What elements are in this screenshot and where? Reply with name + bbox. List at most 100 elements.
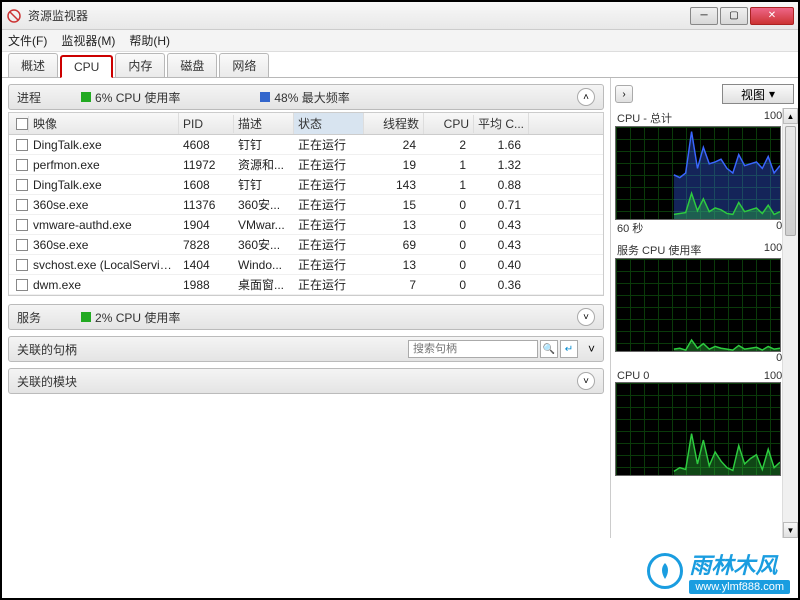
cell-status: 正在运行: [294, 135, 364, 154]
scroll-down-icon[interactable]: ▼: [783, 522, 798, 538]
graph-title: CPU - 总计: [617, 110, 672, 126]
cell-status: 正在运行: [294, 195, 364, 214]
watermark-text: 雨林木风: [689, 548, 790, 580]
graph-canvas: [615, 126, 781, 220]
view-button[interactable]: 视图▾: [722, 84, 794, 104]
row-checkbox[interactable]: [16, 199, 28, 211]
cell-desc: VMwar...: [234, 217, 294, 233]
table-row[interactable]: svchost.exe (LocalServiceN... 1404 Windo…: [9, 255, 603, 275]
collapse-process-icon[interactable]: ˄: [577, 88, 595, 106]
cell-cpu: 0: [424, 257, 474, 273]
row-checkbox[interactable]: [16, 179, 28, 191]
cell-cpu: 2: [424, 137, 474, 153]
cell-status: 正在运行: [294, 275, 364, 294]
cell-avg: 0.43: [474, 237, 529, 253]
cell-status: 正在运行: [294, 175, 364, 194]
side-collapse-icon[interactable]: ›: [615, 85, 633, 103]
services-header[interactable]: 服务 2% CPU 使用率 ˅: [8, 304, 604, 330]
cell-desc: 360安...: [234, 195, 294, 214]
table-row[interactable]: 360se.exe 7828 360安... 正在运行 69 0 0.43: [9, 235, 603, 255]
watermark: 雨林木风 www.ylmf888.com: [647, 548, 790, 594]
table-row[interactable]: DingTalk.exe 4608 钉钉 正在运行 24 2 1.66: [9, 135, 603, 155]
checkbox-all[interactable]: [16, 118, 28, 130]
scroll-up-icon[interactable]: ▲: [783, 108, 798, 124]
maximize-button[interactable]: ▢: [720, 7, 748, 25]
expand-modules-icon[interactable]: ˅: [577, 372, 595, 390]
col-status[interactable]: 状态: [294, 113, 364, 134]
app-icon: [6, 8, 22, 24]
menubar: 文件(F) 监视器(M) 帮助(H): [2, 30, 798, 52]
cell-threads: 143: [364, 177, 424, 193]
handles-header[interactable]: 关联的句柄 🔍 ↵ ˅: [8, 336, 604, 362]
menu-monitor[interactable]: 监视器(M): [61, 32, 115, 49]
table-row[interactable]: 360se.exe 11376 360安... 正在运行 15 0 0.71: [9, 195, 603, 215]
expand-services-icon[interactable]: ˅: [577, 308, 595, 326]
dropdown-icon: ▾: [769, 87, 775, 101]
modules-title: 关联的模块: [17, 373, 77, 390]
cell-avg: 1.66: [474, 137, 529, 153]
chip-green-icon: [81, 312, 91, 322]
cell-pid: 1404: [179, 257, 234, 273]
process-header[interactable]: 进程 6% CPU 使用率 48% 最大频率 ˄: [8, 84, 604, 110]
chip-green-icon: [81, 92, 91, 102]
main-panel: 进程 6% CPU 使用率 48% 最大频率 ˄ 映像 PID 描述 状态 线程…: [2, 78, 610, 538]
cell-status: 正在运行: [294, 215, 364, 234]
services-title: 服务: [17, 309, 41, 326]
cell-status: 正在运行: [294, 235, 364, 254]
col-threads[interactable]: 线程数: [364, 113, 424, 134]
graph-block: 服务 CPU 使用率100% 0%: [615, 242, 794, 364]
cell-desc: Windo...: [234, 257, 294, 273]
row-checkbox[interactable]: [16, 139, 28, 151]
table-row[interactable]: vmware-authd.exe 1904 VMwar... 正在运行 13 0…: [9, 215, 603, 235]
col-desc[interactable]: 描述: [234, 113, 294, 134]
table-header: 映像 PID 描述 状态 线程数 CPU 平均 C...: [9, 113, 603, 135]
menu-help[interactable]: 帮助(H): [129, 32, 170, 49]
cell-avg: 0.88: [474, 177, 529, 193]
cell-name: vmware-authd.exe: [29, 217, 179, 233]
tab-disk[interactable]: 磁盘: [167, 53, 217, 77]
row-checkbox[interactable]: [16, 159, 28, 171]
side-panel: › 视图▾ CPU - 总计100% 60 秒0% 服务 CPU 使用率100%…: [610, 78, 798, 538]
col-pid[interactable]: PID: [179, 115, 234, 133]
tab-cpu[interactable]: CPU: [60, 55, 113, 78]
row-checkbox[interactable]: [16, 259, 28, 271]
cell-name: perfmon.exe: [29, 157, 179, 173]
tab-memory[interactable]: 内存: [115, 53, 165, 77]
watermark-logo-icon: [647, 553, 683, 589]
expand-handles-icon[interactable]: ˅: [588, 342, 595, 356]
graph-title: CPU 0: [617, 370, 649, 382]
window-title: 资源监视器: [28, 7, 690, 24]
watermark-url: www.ylmf888.com: [689, 580, 790, 594]
table-row[interactable]: DingTalk.exe 1608 钉钉 正在运行 143 1 0.88: [9, 175, 603, 195]
menu-file[interactable]: 文件(F): [8, 32, 47, 49]
cell-threads: 19: [364, 157, 424, 173]
search-handles-input[interactable]: [408, 340, 538, 358]
minimize-button[interactable]: ─: [690, 7, 718, 25]
row-checkbox[interactable]: [16, 279, 28, 291]
close-button[interactable]: ✕: [750, 7, 794, 25]
table-row[interactable]: dwm.exe 1988 桌面窗... 正在运行 7 0 0.36: [9, 275, 603, 295]
graph-block: CPU 0100%: [615, 370, 794, 476]
process-table: 映像 PID 描述 状态 线程数 CPU 平均 C... DingTalk.ex…: [8, 112, 604, 296]
tab-overview[interactable]: 概述: [8, 53, 58, 77]
cell-name: 360se.exe: [29, 197, 179, 213]
cell-avg: 0.43: [474, 217, 529, 233]
search-go-icon[interactable]: ↵: [560, 340, 578, 358]
cell-name: 360se.exe: [29, 237, 179, 253]
cell-cpu: 0: [424, 277, 474, 293]
side-scrollbar[interactable]: ▲ ▼: [782, 108, 798, 538]
row-checkbox[interactable]: [16, 219, 28, 231]
col-avg[interactable]: 平均 C...: [474, 113, 529, 134]
col-cpu[interactable]: CPU: [424, 115, 474, 133]
row-checkbox[interactable]: [16, 239, 28, 251]
table-row[interactable]: perfmon.exe 11972 资源和... 正在运行 19 1 1.32: [9, 155, 603, 175]
cell-cpu: 1: [424, 157, 474, 173]
tab-network[interactable]: 网络: [219, 53, 269, 77]
scrollbar-thumb[interactable]: [785, 126, 796, 236]
search-icon[interactable]: 🔍: [540, 340, 558, 358]
cell-name: svchost.exe (LocalServiceN...: [29, 257, 179, 273]
cell-threads: 69: [364, 237, 424, 253]
col-image[interactable]: 映像: [29, 113, 179, 134]
cell-desc: 钉钉: [234, 175, 294, 194]
modules-header[interactable]: 关联的模块 ˅: [8, 368, 604, 394]
